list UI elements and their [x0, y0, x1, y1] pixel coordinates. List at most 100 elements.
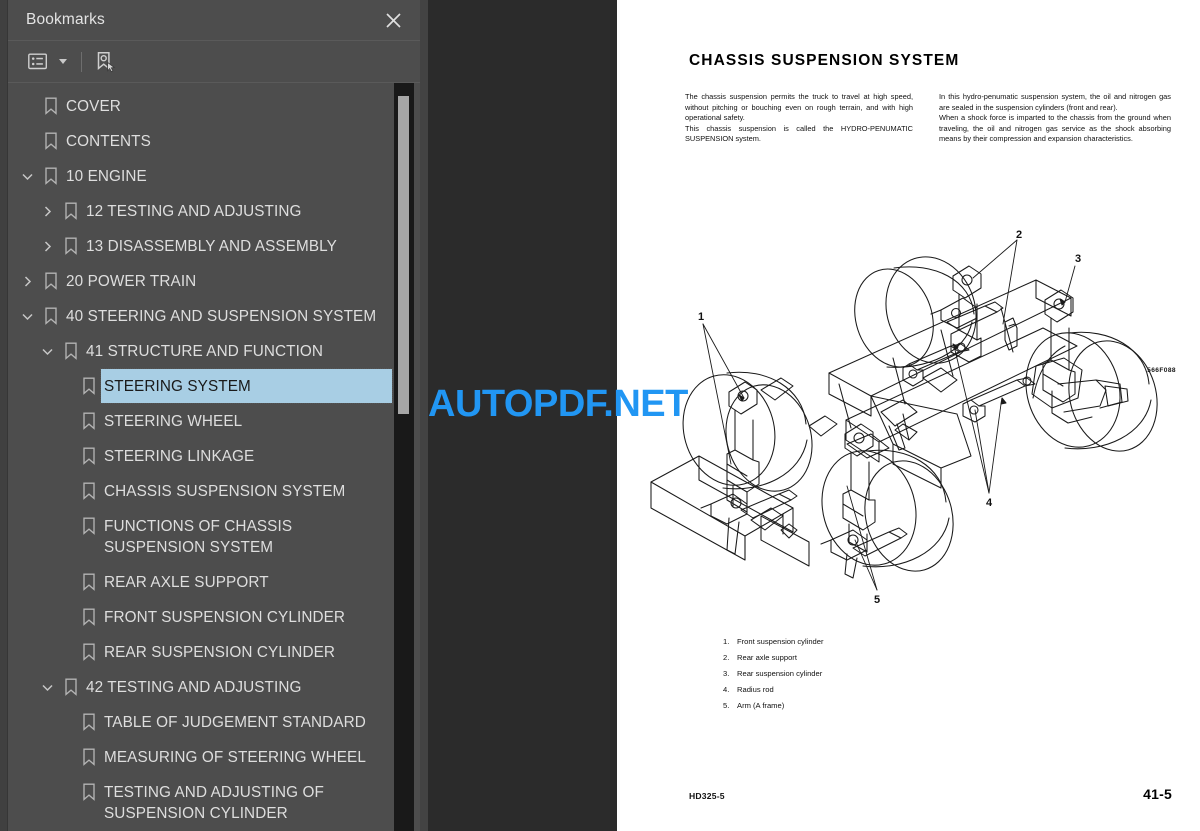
bookmark-item-label: FRONT SUSPENSION CYLINDER [104, 609, 346, 626]
column-right: In this hydro-penumatic suspension syste… [939, 92, 1171, 145]
bookmark-item[interactable]: 13 DISASSEMBLY AND ASSEMBLY [8, 228, 392, 263]
bookmark-item-label: STEERING WHEEL [104, 413, 243, 430]
callout-1: 1 [698, 311, 704, 323]
bookmarks-panel-title: Bookmarks [26, 11, 105, 28]
bookmark-icon [38, 264, 64, 298]
paragraph-right-1: In this hydro-penumatic suspension syste… [939, 92, 1171, 112]
bookmark-icon [58, 334, 84, 368]
bookmark-item[interactable]: FUNCTIONS OF CHASSIS SUSPENSION SYSTEM [8, 508, 392, 564]
paragraph-left-1: The chassis suspension permits the truck… [685, 92, 913, 123]
bookmark-icon [38, 159, 64, 193]
bookmarks-tree-wrapper: COVER CONTENTS 10 ENGINE 12 TESTING AND ADJ… [8, 83, 420, 831]
bookmark-item-label: 12 TESTING AND ADJUSTING [86, 203, 302, 220]
bookmark-item[interactable]: STEERING WHEEL [8, 403, 392, 438]
bookmark-item[interactable]: 42 TESTING AND ADJUSTING [8, 669, 392, 704]
bookmark-item[interactable]: FRONT SUSPENSION CYLINDER [8, 599, 392, 634]
bookmark-item[interactable]: MEASURING OF STEERING WHEEL [8, 739, 392, 774]
legend-number: 2. [723, 653, 730, 662]
legend-row: 2. Rear axle support [723, 650, 824, 666]
bookmarks-header: Bookmarks [8, 0, 420, 41]
bookmark-item-label: FUNCTIONS OF CHASSIS SUSPENSION SYSTEM [104, 518, 293, 556]
bookmark-item-label: 40 STEERING AND SUSPENSION SYSTEM [66, 308, 377, 325]
page-title: CHASSIS SUSPENSION SYSTEM [689, 52, 960, 69]
callout-2: 2 [1016, 229, 1022, 241]
chevron-down-icon[interactable] [36, 334, 58, 368]
callout-3: 3 [1075, 253, 1081, 265]
bookmark-item[interactable]: REAR AXLE SUPPORT [8, 564, 392, 599]
legend-text: Radius rod [737, 685, 774, 694]
bookmark-item[interactable]: TABLE OF JUDGEMENT STANDARD [8, 704, 392, 739]
twisty-spacer [54, 600, 76, 634]
bookmarks-sidebar: Bookmarks COVER CONTENTS 10 ENGINE 12 TE… [8, 0, 420, 831]
legend-number: 5. [723, 701, 730, 710]
bookmark-item-label: CHASSIS SUSPENSION SYSTEM [104, 483, 346, 500]
column-left: The chassis suspension permits the truck… [685, 92, 913, 145]
bookmarks-tree: COVER CONTENTS 10 ENGINE 12 TESTING AND ADJ… [8, 88, 420, 830]
legend-row: 3. Rear suspension cylinder [723, 666, 824, 682]
bookmarks-scrollbar-thumb[interactable] [398, 96, 409, 414]
twisty-spacer [54, 404, 76, 438]
pdf-reader-window: Bookmarks COVER CONTENTS 10 ENGINE 12 TE… [0, 0, 1200, 831]
suspension-diagram: 1 2 3 4 5 [641, 218, 1189, 613]
bookmark-item[interactable]: 40 STEERING AND SUSPENSION SYSTEM [8, 298, 392, 333]
close-icon[interactable] [380, 7, 406, 33]
toolbar-separator [81, 51, 82, 72]
callout-4: 4 [986, 497, 993, 509]
twisty-spacer [54, 740, 76, 774]
bookmark-item[interactable]: 20 POWER TRAIN [8, 263, 392, 298]
pdf-viewer-area: CHASSIS SUSPENSION SYSTEM The chassis su… [428, 0, 1200, 831]
find-bookmark-icon[interactable] [94, 48, 116, 76]
twisty-spacer [54, 474, 76, 508]
bookmark-item-label: REAR AXLE SUPPORT [104, 574, 269, 591]
bookmark-item-label: STEERING SYSTEM [100, 368, 393, 404]
page-body-columns: The chassis suspension permits the truck… [685, 92, 1182, 145]
legend-number: 3. [723, 669, 730, 678]
bookmark-icon [38, 89, 64, 123]
chevron-right-icon[interactable] [36, 194, 58, 228]
bookmark-item[interactable]: STEERING LINKAGE [8, 438, 392, 473]
list-options-icon[interactable] [28, 48, 69, 76]
twisty-spacer [54, 565, 76, 599]
bookmark-icon [58, 194, 84, 228]
twisty-spacer [54, 439, 76, 473]
bookmark-item-label: STEERING LINKAGE [104, 448, 255, 465]
bookmark-item-label: 42 TESTING AND ADJUSTING [86, 679, 302, 696]
bookmark-item[interactable]: TESTING AND ADJUSTING OF SUSPENSION CYLI… [8, 774, 392, 830]
footer-page-number: 41-5 [1143, 786, 1172, 802]
bookmark-item-label: CONTENTS [66, 133, 151, 150]
bookmark-item[interactable]: CHASSIS SUSPENSION SYSTEM [8, 473, 392, 508]
figure-code: 566F088 [1147, 367, 1176, 374]
legend-number: 1. [723, 637, 730, 646]
bookmarks-scrollbar[interactable] [394, 83, 414, 831]
bookmark-item[interactable]: 41 STRUCTURE AND FUNCTION [8, 333, 392, 368]
bookmark-icon [76, 565, 102, 599]
chevron-down-icon[interactable] [16, 159, 38, 193]
bookmark-item[interactable]: COVER [8, 88, 392, 123]
paragraph-right-2: When a shock force is imparted to the ch… [939, 113, 1171, 144]
left-rail [0, 0, 8, 831]
twisty-spacer [16, 89, 38, 123]
bookmark-item[interactable]: 12 TESTING AND ADJUSTING [8, 193, 392, 228]
bookmark-item-label: 10 ENGINE [66, 168, 147, 185]
bookmark-icon [38, 124, 64, 158]
bookmark-item[interactable]: STEERING SYSTEM [8, 368, 393, 404]
legend-row: 4. Radius rod [723, 682, 824, 698]
bookmark-icon [76, 509, 102, 543]
twisty-spacer [54, 369, 76, 403]
callout-5: 5 [874, 594, 880, 606]
twisty-spacer [54, 775, 76, 809]
bookmark-icon [76, 705, 102, 739]
legend-row: 5. Arm (A frame) [723, 698, 824, 714]
chevron-down-icon[interactable] [36, 670, 58, 704]
bookmark-item-label: TABLE OF JUDGEMENT STANDARD [104, 714, 366, 731]
paragraph-left-2: This chassis suspension is called the HY… [685, 123, 913, 144]
chevron-down-icon[interactable] [16, 299, 38, 333]
bookmark-item[interactable]: CONTENTS [8, 123, 392, 158]
bookmark-item[interactable]: REAR SUSPENSION CYLINDER [8, 634, 392, 669]
panel-divider[interactable] [420, 0, 428, 831]
chevron-right-icon[interactable] [16, 264, 38, 298]
bookmark-icon [76, 404, 102, 438]
figure-legend: 1. Front suspension cylinder 2. Rear axle s… [723, 634, 824, 714]
bookmark-item[interactable]: 10 ENGINE [8, 158, 392, 193]
chevron-right-icon[interactable] [36, 229, 58, 263]
